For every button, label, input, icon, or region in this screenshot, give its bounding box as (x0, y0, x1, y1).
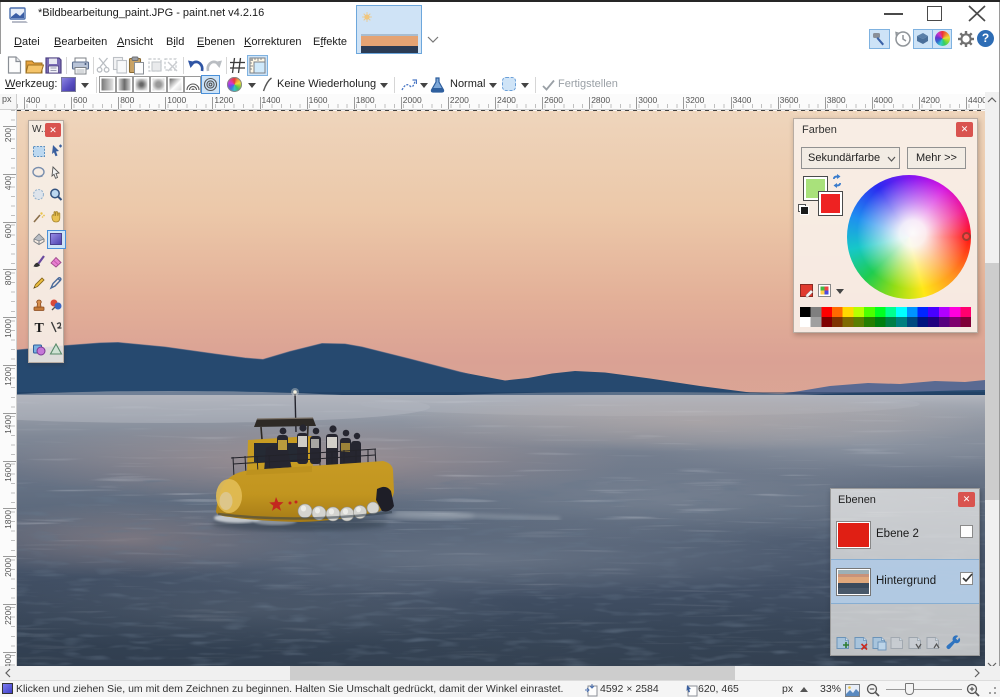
svg-text:T: T (35, 321, 45, 335)
